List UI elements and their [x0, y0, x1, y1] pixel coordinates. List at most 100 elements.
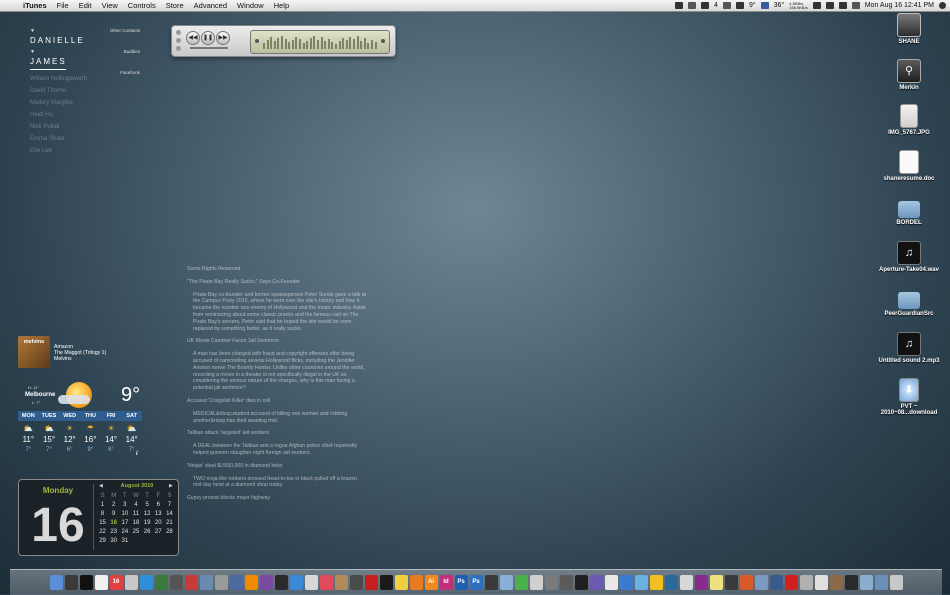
desktop-icon-folder[interactable]: PeerGuardianSrc	[874, 287, 944, 317]
bluetooth-icon[interactable]	[812, 2, 821, 9]
app-50-icon[interactable]	[784, 575, 798, 590]
group-facebook[interactable]: Facebook	[108, 70, 140, 91]
notification-badge[interactable]: 4	[714, 2, 718, 9]
menu-advanced[interactable]: Advanced	[189, 1, 232, 10]
app-7-icon[interactable]	[139, 575, 153, 590]
dashboard-icon[interactable]	[64, 575, 78, 590]
desktop-icon-drive[interactable]: SHANE	[874, 13, 944, 45]
album-art[interactable]: melvins	[18, 336, 50, 368]
app-25-icon[interactable]	[409, 575, 423, 590]
app-32-icon[interactable]	[514, 575, 528, 590]
menu-window[interactable]: Window	[232, 1, 269, 10]
app-33-icon[interactable]	[529, 575, 543, 590]
news-headline[interactable]: Taliban attack 'targeted' aid workers	[187, 430, 367, 437]
calendar-date[interactable]: 8	[97, 510, 108, 518]
calendar-date[interactable]: 29	[97, 537, 108, 545]
app-52-icon[interactable]	[814, 575, 828, 590]
news-headline[interactable]: Accused 'Craigslist Killer' dies in cell	[187, 398, 367, 405]
status-icon-1[interactable]	[675, 2, 684, 9]
calendar-date[interactable]: 25	[130, 528, 141, 536]
textedit-icon[interactable]	[94, 575, 108, 590]
status-icon-4[interactable]	[722, 2, 731, 9]
app-23-icon[interactable]	[379, 575, 393, 590]
menu-store[interactable]: Store	[161, 1, 189, 10]
news-headline[interactable]: 'Ninjas' steal $US60,000 in diamond heis…	[187, 463, 367, 470]
calendar-date[interactable]: 28	[164, 528, 175, 536]
app-17-icon[interactable]	[289, 575, 303, 590]
app-48-icon[interactable]	[754, 575, 768, 590]
app-53-icon[interactable]	[829, 575, 843, 590]
app-40-icon[interactable]	[634, 575, 648, 590]
acrobat-icon[interactable]	[364, 575, 378, 590]
group-buddies[interactable]: Buddies	[108, 49, 140, 70]
friend-item[interactable]: Heidi Hu	[30, 112, 87, 124]
network-meter[interactable]: 4.5KB/s 156.9KB/s	[789, 1, 807, 10]
app-12-icon[interactable]	[214, 575, 228, 590]
calendar-date[interactable]: 31	[119, 537, 130, 545]
cpu-temp[interactable]: 36°	[774, 2, 785, 9]
calendar-date[interactable]: 14	[164, 510, 175, 518]
calendar-date[interactable]: 9	[108, 510, 119, 518]
status-icon-5[interactable]	[735, 2, 744, 9]
downloads-stack-icon[interactable]	[859, 575, 873, 590]
spotlight-icon[interactable]	[939, 2, 946, 9]
photoshop-icon[interactable]: Ps	[454, 575, 468, 590]
calendar-date[interactable]: 15	[97, 519, 108, 527]
desktop-icon-audio[interactable]: ♫ Aperture-Take04.wav	[874, 241, 944, 273]
desktop-icon-doc[interactable]: shaneresume.doc	[874, 150, 944, 182]
status-icon-2[interactable]	[688, 2, 697, 9]
news-headline[interactable]: Some Rights Reserved	[187, 266, 367, 273]
calendar-date[interactable]: 21	[164, 519, 175, 527]
friend-item[interactable]: Emma Shaw	[30, 136, 87, 148]
app-51-icon[interactable]	[799, 575, 813, 590]
volume-slider[interactable]	[190, 47, 228, 49]
app-42-icon[interactable]	[664, 575, 678, 590]
calendar-date[interactable]: 6	[153, 501, 164, 509]
volume-icon[interactable]	[838, 2, 847, 9]
calendar-date[interactable]: 30	[108, 537, 119, 545]
expand-triangle-icon[interactable]: ▼	[30, 49, 87, 55]
vlc-icon[interactable]	[244, 575, 258, 590]
weather-widget[interactable]: H: 11° Melbourne L: 7° 9° MON TUES WED THU F…	[18, 378, 142, 460]
menu-edit[interactable]: Edit	[74, 1, 97, 10]
calendar-date[interactable]: 13	[153, 510, 164, 518]
pause-icon[interactable]: ❚❚	[201, 31, 215, 45]
desktop-icon-photo[interactable]: IMG_5767.JPG	[874, 104, 944, 136]
app-49-icon[interactable]	[769, 575, 783, 590]
calendar-date[interactable]: 3	[119, 501, 130, 509]
app-8-icon[interactable]	[154, 575, 168, 590]
contact-name-2[interactable]: JAMES	[30, 57, 87, 66]
app-18-icon[interactable]	[304, 575, 318, 590]
desktop-icon-folder[interactable]: BORDEL	[874, 196, 944, 226]
clock[interactable]: Mon Aug 16 12:41 PM	[865, 2, 934, 9]
status-icon-3[interactable]	[701, 2, 710, 9]
app-11-icon[interactable]	[199, 575, 213, 590]
app-46-icon[interactable]	[724, 575, 738, 590]
friend-item[interactable]: Eve Lee	[30, 148, 87, 160]
friend-item[interactable]: William Hollingsworth	[30, 76, 87, 88]
calendar-date[interactable]: 27	[153, 528, 164, 536]
calendar-date[interactable]: 26	[142, 528, 153, 536]
app-41-icon[interactable]	[649, 575, 663, 590]
calendar-date[interactable]: 11	[130, 510, 141, 518]
desktop-icon-audio[interactable]: ♫ Untitled sound 2.mp3	[874, 332, 944, 364]
app-21-icon[interactable]	[349, 575, 363, 590]
next-month-icon[interactable]: ▶	[169, 483, 173, 489]
menu-itunes[interactable]: iTunes	[18, 1, 52, 10]
news-headline[interactable]: UK Movie Cammer Faces Jail Sentence	[187, 338, 367, 345]
calendar-today[interactable]: 16	[108, 519, 119, 527]
app-19-icon[interactable]	[319, 575, 333, 590]
app-6-icon[interactable]	[124, 575, 138, 590]
photoshop-2-icon[interactable]: Ps	[469, 575, 483, 590]
contact-name-1[interactable]: DANIELLE	[30, 36, 87, 45]
app-16-icon[interactable]	[274, 575, 288, 590]
illustrator-icon[interactable]: Ai	[424, 575, 438, 590]
terminal-icon[interactable]	[79, 575, 93, 590]
app-45-icon[interactable]	[709, 575, 723, 590]
battery-icon[interactable]	[851, 2, 860, 9]
next-track-icon[interactable]: ▶▶	[216, 31, 230, 45]
calendar-date[interactable]: 18	[130, 519, 141, 527]
app-24-icon[interactable]	[394, 575, 408, 590]
app-44-icon[interactable]	[694, 575, 708, 590]
app-20-icon[interactable]	[334, 575, 348, 590]
